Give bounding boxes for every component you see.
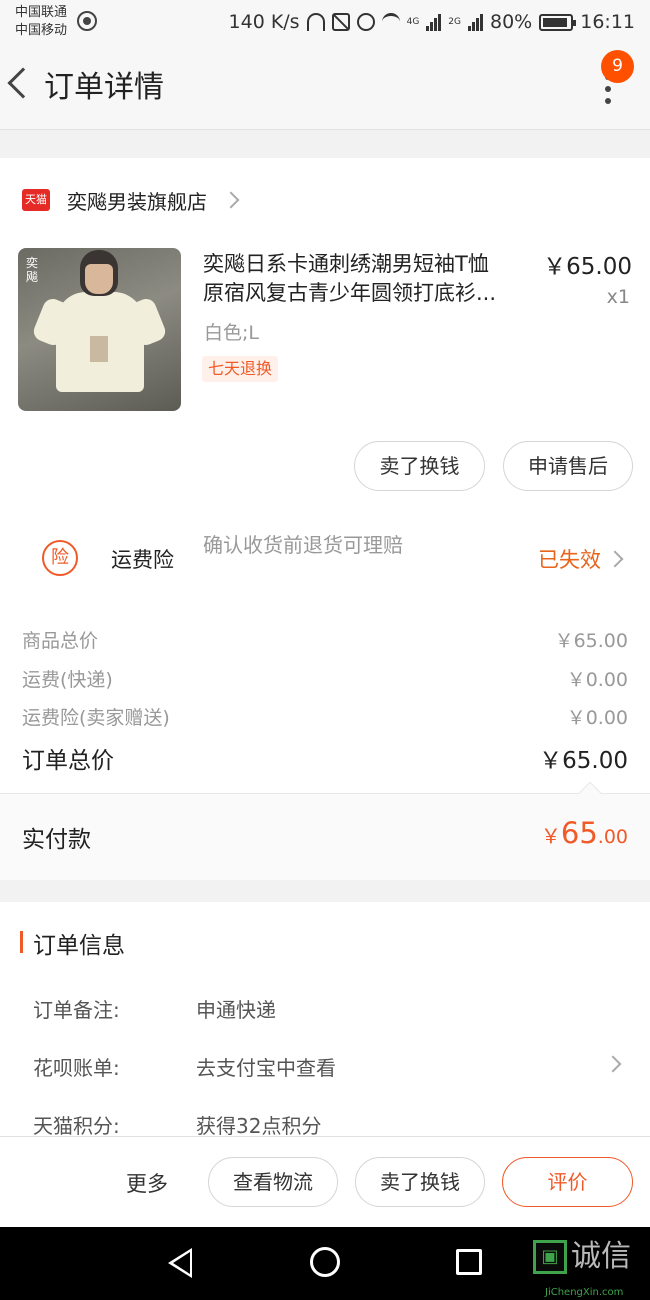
cost-label: 商品总价 [22,630,99,652]
app-header: 订单详情 9 [0,44,650,130]
order-info-card: 订单信息 订单备注: 申通快递 花呗账单: 去支付宝中查看 天猫积分: 获得32… [0,902,650,1136]
product-price: ￥65.00 [543,254,632,280]
info-value-remark: 申通快递 [196,998,276,1022]
cost-value: ￥65.00 [539,748,628,774]
network-speed: 140 K/s [228,11,300,33]
chevron-right-icon[interactable] [606,550,624,568]
paid-decimal: .00 [597,826,628,848]
cost-row-insurance: 运费险(卖家赠送) ￥0.00 [22,703,628,730]
shop-row[interactable]: 天猫 奕飚男装旗舰店 [0,178,650,222]
wifi-icon [381,13,400,31]
headset-icon [306,13,325,31]
watermark-text: 诚信 [571,1239,631,1274]
carrier-info: 中国联通 中国移动 [15,4,67,40]
cost-value: ￥65.00 [554,630,628,652]
more-button[interactable]: 更多 [126,1168,168,1198]
info-label-huabei: 花呗账单: [33,1056,120,1080]
cost-row-shipping: 运费(快递) ￥0.00 [22,665,628,692]
shop-name: 奕飚男装旗舰店 [67,189,207,214]
cost-value: ￥0.00 [566,669,628,691]
paid-label: 实付款 [22,827,91,853]
insurance-icon: 险 [42,540,78,576]
page-title: 订单详情 [44,70,164,105]
watermark-icon: ▣ [533,1240,567,1274]
nav-home-icon[interactable] [310,1247,340,1277]
network-4g-label: 4G [406,17,420,27]
info-label-remark: 订单备注: [33,998,120,1022]
info-value-huabei[interactable]: 去支付宝中查看 [196,1052,336,1081]
product-sku: 白色;L [204,322,259,344]
notification-badge: 9 [601,50,634,83]
nav-back-icon[interactable] [168,1248,192,1278]
paid-currency: ￥ [540,824,561,848]
info-label-points: 天猫积分: [33,1114,120,1136]
nav-recent-apps-icon[interactable] [456,1249,482,1275]
chevron-right-icon[interactable] [604,1055,622,1073]
cost-label: 订单总价 [22,748,114,774]
signal-icon [426,13,442,31]
product-title-line-1: 奕飚日系卡通刺绣潮男短袖T恤 [203,252,489,276]
order-card: 天猫 奕飚男装旗舰店 奕飚 奕飚日系卡通刺绣潮男短袖T恤 原宿风复古青少年圆领打… [0,158,650,880]
paid-integer: 65 [560,816,598,850]
product-quantity: x1 [606,286,630,308]
insurance-description: 确认收货前退货可理赔 [203,533,403,557]
review-button[interactable]: 评价 [502,1157,633,1207]
carrier-2: 中国移动 [15,23,68,38]
paid-row: 实付款 ￥65.00 [0,781,650,880]
signal-2-icon [468,13,483,31]
product-title-line-2: 原宿风复古青少年圆领打底衫... [203,281,497,305]
battery-percent: 80% [490,11,533,33]
watermark-subtext: JiChengXin.com [545,1287,624,1298]
cost-row-goods: 商品总价 ￥65.00 [22,626,628,653]
after-sale-button[interactable]: 申请售后 [503,441,633,491]
section-title: 订单信息 [33,933,125,959]
sell-for-cash-button[interactable]: 卖了换钱 [354,441,485,491]
clock: 16:11 [580,11,635,33]
cost-row-total: 订单总价 ￥65.00 [22,741,628,775]
mute-icon [331,13,350,31]
back-arrow-icon[interactable] [7,67,39,99]
carrier-1: 中国联通 [15,5,68,20]
return-policy-tag: 七天退换 [202,356,279,382]
alarm-icon [356,13,375,31]
sell-for-cash-button[interactable]: 卖了换钱 [355,1157,485,1207]
product-title[interactable]: 奕飚日系卡通刺绣潮男短袖T恤 原宿风复古青少年圆领打底衫... [203,250,533,308]
bottom-action-bar: 更多 查看物流 卖了换钱 评价 [0,1136,650,1227]
insurance-status[interactable]: 已失效 [538,544,601,574]
insurance-title: 运费险 [111,548,174,572]
view-logistics-button[interactable]: 查看物流 [208,1157,338,1207]
status-icons: 140 K/s 4G 2G 80% 16:11 [229,9,635,35]
cost-value: ￥0.00 [566,707,628,729]
cost-label: 运费险(卖家赠送) [22,707,170,729]
network-2g-label: 2G [448,17,461,27]
battery-icon [539,13,577,31]
netease-icon [77,11,97,31]
section-accent-bar [20,931,23,953]
product-image[interactable]: 奕飚 [18,248,181,411]
tmall-icon: 天猫 [22,189,50,211]
info-value-points: 获得32点积分 [196,1114,322,1136]
paid-amount: ￥65.00 [541,816,628,850]
watermark-logo: ▣ 诚信 [533,1240,631,1274]
chevron-right-icon [222,191,240,209]
cost-label: 运费(快递) [22,669,113,691]
status-bar: 中国联通 中国移动 140 K/s 4G 2G 80% 16:11 [0,0,650,44]
product-image-text: 奕飚 [26,256,39,284]
